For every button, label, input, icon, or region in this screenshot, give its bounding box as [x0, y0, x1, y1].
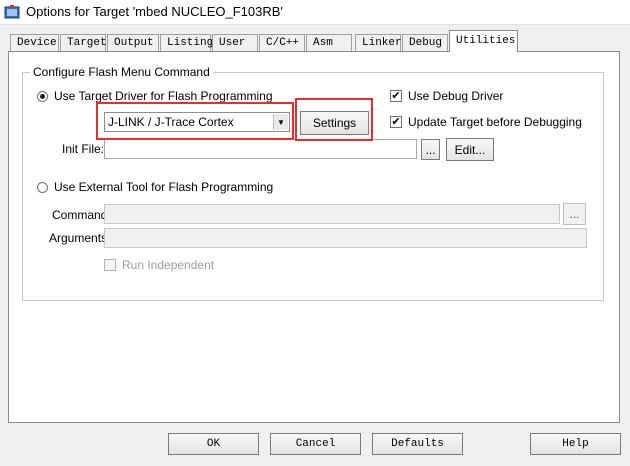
- checkbox-checked-icon[interactable]: ✔: [390, 90, 402, 102]
- app-icon: [4, 5, 20, 19]
- arguments-label: Arguments:: [49, 231, 111, 245]
- use-external-tool-label: Use External Tool for Flash Programming: [54, 180, 274, 194]
- update-target-label: Update Target before Debugging: [408, 115, 582, 129]
- run-independent-label: Run Independent: [122, 258, 215, 272]
- tab-linker[interactable]: Linker: [355, 34, 402, 51]
- tab-target[interactable]: Target: [60, 34, 107, 51]
- tab-utilities[interactable]: Utilities: [449, 30, 518, 52]
- tab-output[interactable]: Output: [107, 34, 159, 51]
- checkbox-checked-icon[interactable]: ✔: [390, 116, 402, 128]
- tab-device[interactable]: Device: [10, 34, 59, 51]
- chevron-down-icon[interactable]: ▼: [273, 114, 288, 130]
- run-independent-checkbox[interactable]: Run Independent: [104, 257, 214, 273]
- ok-button[interactable]: OK: [168, 433, 259, 455]
- cancel-button[interactable]: Cancel: [270, 433, 361, 455]
- radio-indicator[interactable]: [37, 90, 48, 102]
- init-file-browse-button[interactable]: ...: [421, 139, 440, 160]
- title-bar: Options for Target 'mbed NUCLEO_F103RB': [0, 0, 630, 25]
- init-file-input[interactable]: [104, 139, 417, 159]
- use-debug-driver-checkbox[interactable]: ✔ Use Debug Driver: [390, 88, 503, 104]
- use-target-driver-label: Use Target Driver for Flash Programming: [54, 89, 273, 103]
- init-file-label: Init File:: [62, 142, 105, 156]
- use-external-tool-radio[interactable]: Use External Tool for Flash Programming: [37, 179, 273, 195]
- tab-debug[interactable]: Debug: [402, 34, 448, 51]
- tab-c-cpp[interactable]: C/C++: [259, 34, 305, 51]
- update-target-checkbox[interactable]: ✔ Update Target before Debugging: [390, 114, 582, 130]
- init-file-edit-button[interactable]: Edit...: [446, 138, 494, 161]
- checkbox-unchecked-icon[interactable]: [104, 259, 116, 271]
- defaults-button[interactable]: Defaults: [372, 433, 463, 455]
- flash-driver-value: J-LINK / J-Trace Cortex: [108, 115, 234, 129]
- radio-indicator[interactable]: [37, 181, 48, 193]
- settings-button[interactable]: Settings: [300, 111, 369, 135]
- tab-listing[interactable]: Listing: [160, 34, 213, 51]
- arguments-input[interactable]: [104, 228, 587, 248]
- command-input[interactable]: [104, 204, 560, 224]
- tab-strip: Device Target Output Listing User C/C++ …: [8, 30, 620, 52]
- use-target-driver-radio[interactable]: Use Target Driver for Flash Programming: [37, 88, 273, 104]
- flash-driver-select[interactable]: J-LINK / J-Trace Cortex ▼: [104, 112, 290, 132]
- tab-user[interactable]: User: [212, 34, 258, 51]
- help-button[interactable]: Help: [530, 433, 621, 455]
- group-legend: Configure Flash Menu Command: [30, 65, 213, 79]
- window-title: Options for Target 'mbed NUCLEO_F103RB': [26, 4, 283, 19]
- use-debug-driver-label: Use Debug Driver: [408, 89, 504, 103]
- command-browse-button[interactable]: ...: [563, 203, 586, 225]
- tab-asm[interactable]: Asm: [306, 34, 352, 51]
- command-label: Command:: [52, 208, 111, 222]
